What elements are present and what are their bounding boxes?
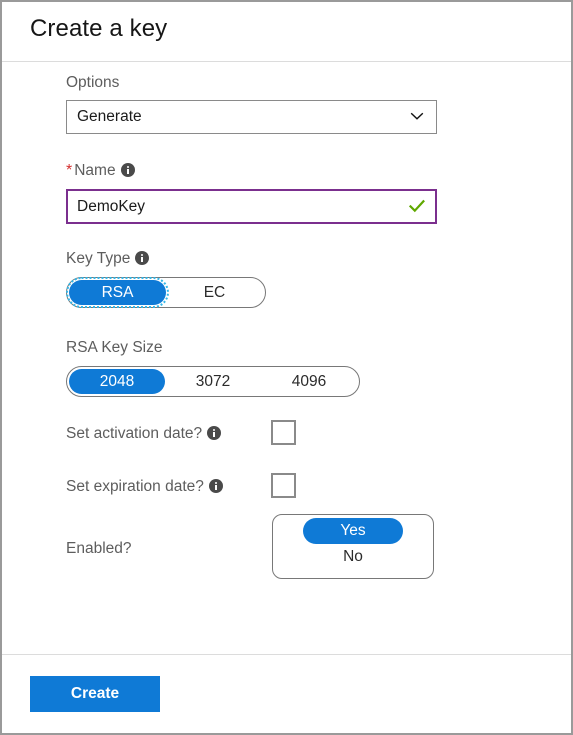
required-asterisk: *	[66, 162, 73, 179]
create-button[interactable]: Create	[30, 676, 160, 712]
key-type-label-text: Key Type	[66, 250, 131, 267]
options-select[interactable]: Generate	[66, 100, 437, 134]
key-type-option-rsa[interactable]: RSA	[66, 277, 169, 308]
rsa-key-size-option-2048[interactable]: 2048	[69, 369, 165, 394]
set-expiration-date-label: Set expiration date?	[66, 477, 223, 497]
rsa-key-size-option-3072[interactable]: 3072	[165, 369, 261, 394]
checkmark-icon	[408, 197, 426, 215]
enabled-option-yes[interactable]: Yes	[303, 518, 403, 544]
chevron-down-icon	[409, 108, 425, 124]
dialog-body: Options Generate * Name DemoKey Key Type…	[2, 63, 571, 654]
rsa-key-size-option-4096[interactable]: 4096	[261, 369, 357, 394]
set-expiration-date-row: Set expiration date?	[66, 473, 316, 501]
name-label-text: Name	[74, 162, 116, 179]
enabled-toggle: Yes No	[272, 514, 434, 579]
set-expiration-date-label-text: Set expiration date?	[66, 478, 204, 495]
key-type-toggle: RSA EC	[66, 277, 266, 308]
name-label: * Name	[66, 161, 437, 181]
dialog-footer: Create	[2, 654, 571, 733]
name-input[interactable]: DemoKey	[66, 189, 437, 224]
page-title: Create a key	[30, 15, 168, 42]
options-field: Options Generate	[66, 73, 437, 134]
set-activation-date-row: Set activation date?	[66, 420, 316, 448]
enabled-label: Enabled?	[66, 540, 132, 557]
key-type-option-ec[interactable]: EC	[166, 280, 263, 305]
rsa-key-size-field: RSA Key Size 2048 3072 4096	[66, 338, 360, 397]
key-type-label: Key Type	[66, 249, 266, 269]
info-icon[interactable]	[207, 426, 222, 440]
info-icon[interactable]	[120, 163, 135, 177]
enabled-option-no[interactable]: No	[303, 544, 403, 570]
create-key-dialog: Create a key Options Generate * Name Demo…	[0, 0, 573, 735]
info-icon[interactable]	[208, 479, 223, 493]
name-input-value: DemoKey	[77, 197, 146, 215]
name-field: * Name DemoKey	[66, 161, 437, 224]
options-label: Options	[66, 74, 120, 91]
set-expiration-date-checkbox[interactable]	[271, 473, 296, 498]
options-select-value: Generate	[77, 108, 142, 125]
set-activation-date-label-text: Set activation date?	[66, 425, 203, 442]
info-icon[interactable]	[135, 251, 150, 265]
set-activation-date-label: Set activation date?	[66, 424, 222, 444]
set-activation-date-checkbox[interactable]	[271, 420, 296, 445]
key-type-field: Key Type RSA EC	[66, 249, 266, 308]
rsa-key-size-label: RSA Key Size	[66, 339, 163, 356]
rsa-key-size-toggle: 2048 3072 4096	[66, 366, 360, 397]
enabled-row: Enabled? Yes No	[66, 514, 446, 584]
dialog-header: Create a key	[2, 2, 571, 62]
